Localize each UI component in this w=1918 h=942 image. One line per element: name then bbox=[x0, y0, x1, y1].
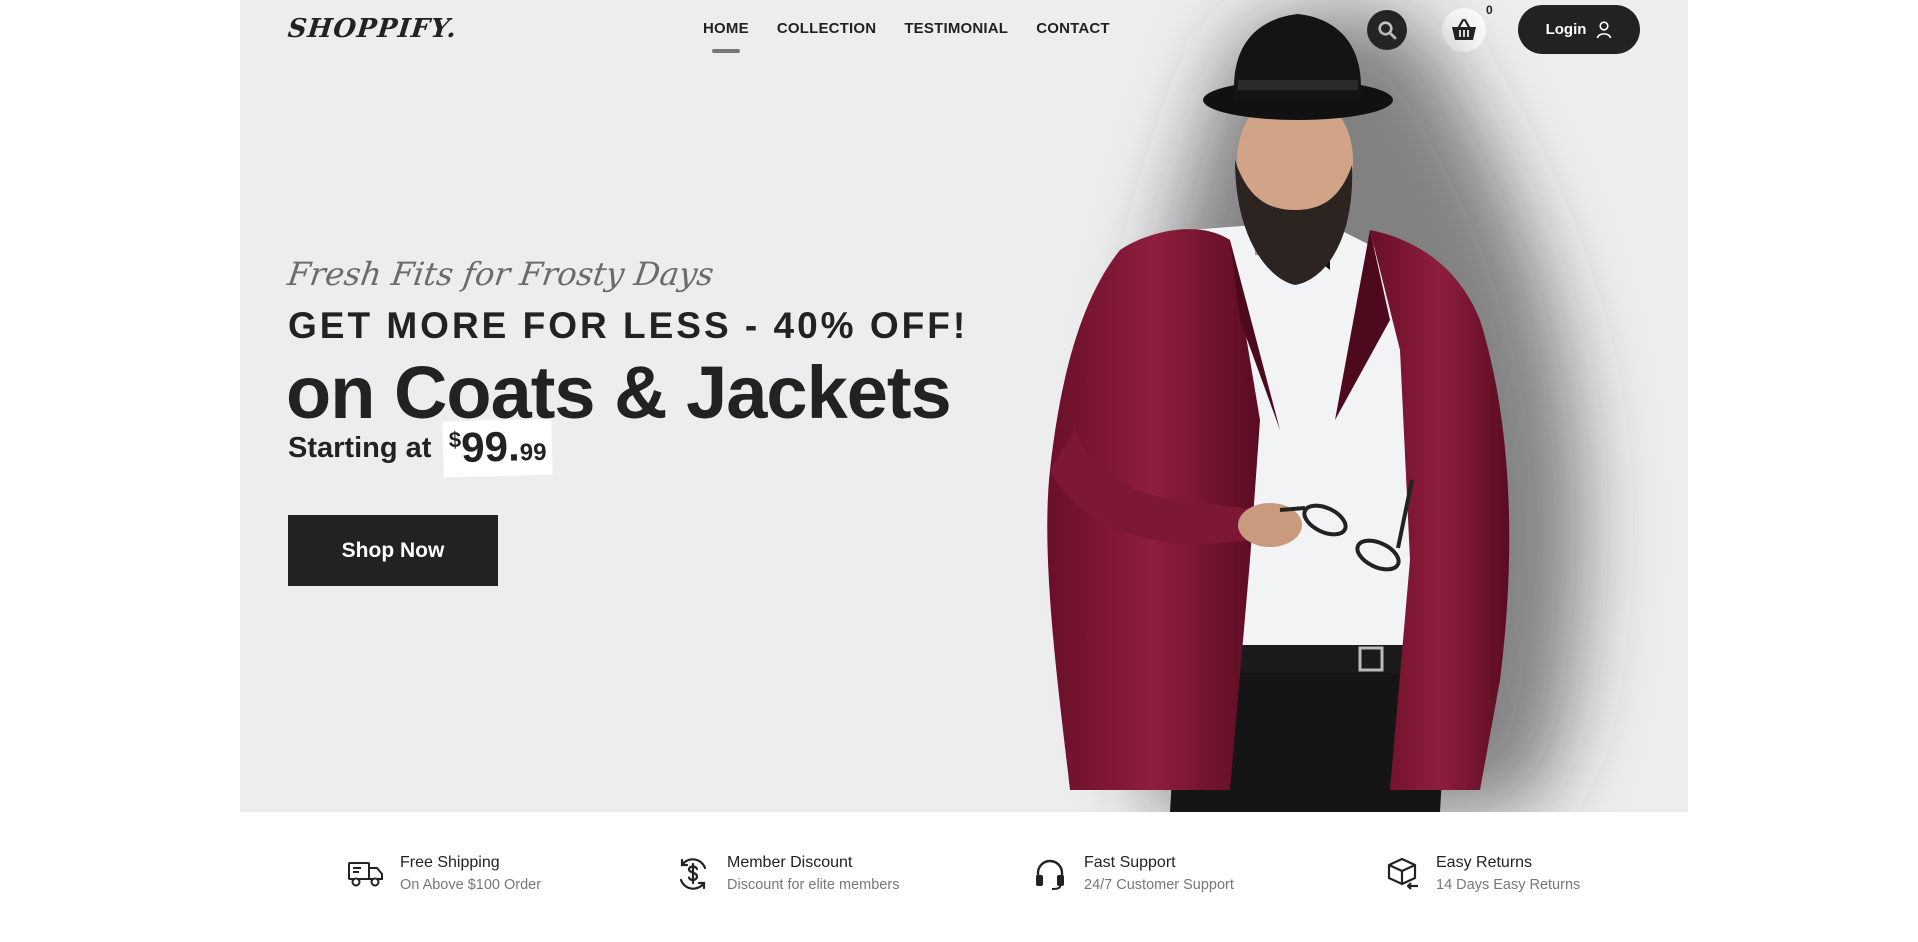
nav-item-home[interactable]: HOME bbox=[703, 20, 749, 43]
feature-subtitle: On Above $100 Order bbox=[400, 877, 542, 893]
feature-fast-support: Fast Support 24/7 Customer Support bbox=[1030, 852, 1234, 896]
feature-title: Easy Returns bbox=[1436, 854, 1533, 871]
hero-section: SHOPPIFY. HOME COLLECTION TESTIMONIAL CO… bbox=[240, 0, 1688, 812]
price-whole: 99. bbox=[461, 422, 521, 471]
feature-easy-returns: Easy Returns 14 Days Easy Returns bbox=[1382, 852, 1580, 896]
feature-title: Free Shipping bbox=[400, 854, 500, 871]
feature-free-shipping: Free Shipping On Above $100 Order bbox=[346, 852, 541, 896]
feature-title: Fast Support bbox=[1084, 854, 1176, 871]
price-tag: $ 99. 99 bbox=[442, 418, 554, 478]
feature-subtitle: 14 Days Easy Returns bbox=[1436, 877, 1581, 893]
price-cents: 99 bbox=[519, 438, 548, 467]
dollar-cycle-icon bbox=[679, 858, 707, 890]
feature-subtitle: Discount for elite members bbox=[727, 877, 900, 893]
feature-title: Member Discount bbox=[727, 854, 853, 871]
price-line: Starting at $ 99. 99 bbox=[288, 418, 554, 478]
headset-icon bbox=[1036, 859, 1064, 890]
box-return-icon bbox=[1387, 857, 1418, 890]
feature-member-discount: Member Discount Discount for elite membe… bbox=[673, 852, 899, 896]
truck-icon bbox=[348, 862, 383, 887]
model-image bbox=[1047, 9, 1584, 812]
feature-subtitle: 24/7 Customer Support bbox=[1084, 877, 1234, 893]
nav-item-collection[interactable]: COLLECTION bbox=[777, 20, 877, 43]
hero-tagline: Fresh Fits for Frosty Days bbox=[285, 255, 717, 293]
features-bar: Free Shipping On Above $100 Order Member… bbox=[0, 812, 1918, 942]
starting-at-label: Starting at bbox=[288, 431, 432, 464]
brand-logo[interactable]: SHOPPIFY. bbox=[286, 14, 458, 44]
shop-now-button[interactable]: Shop Now bbox=[288, 515, 498, 586]
hero-headline-offer: GET MORE FOR LESS - 40% OFF! bbox=[288, 305, 969, 346]
